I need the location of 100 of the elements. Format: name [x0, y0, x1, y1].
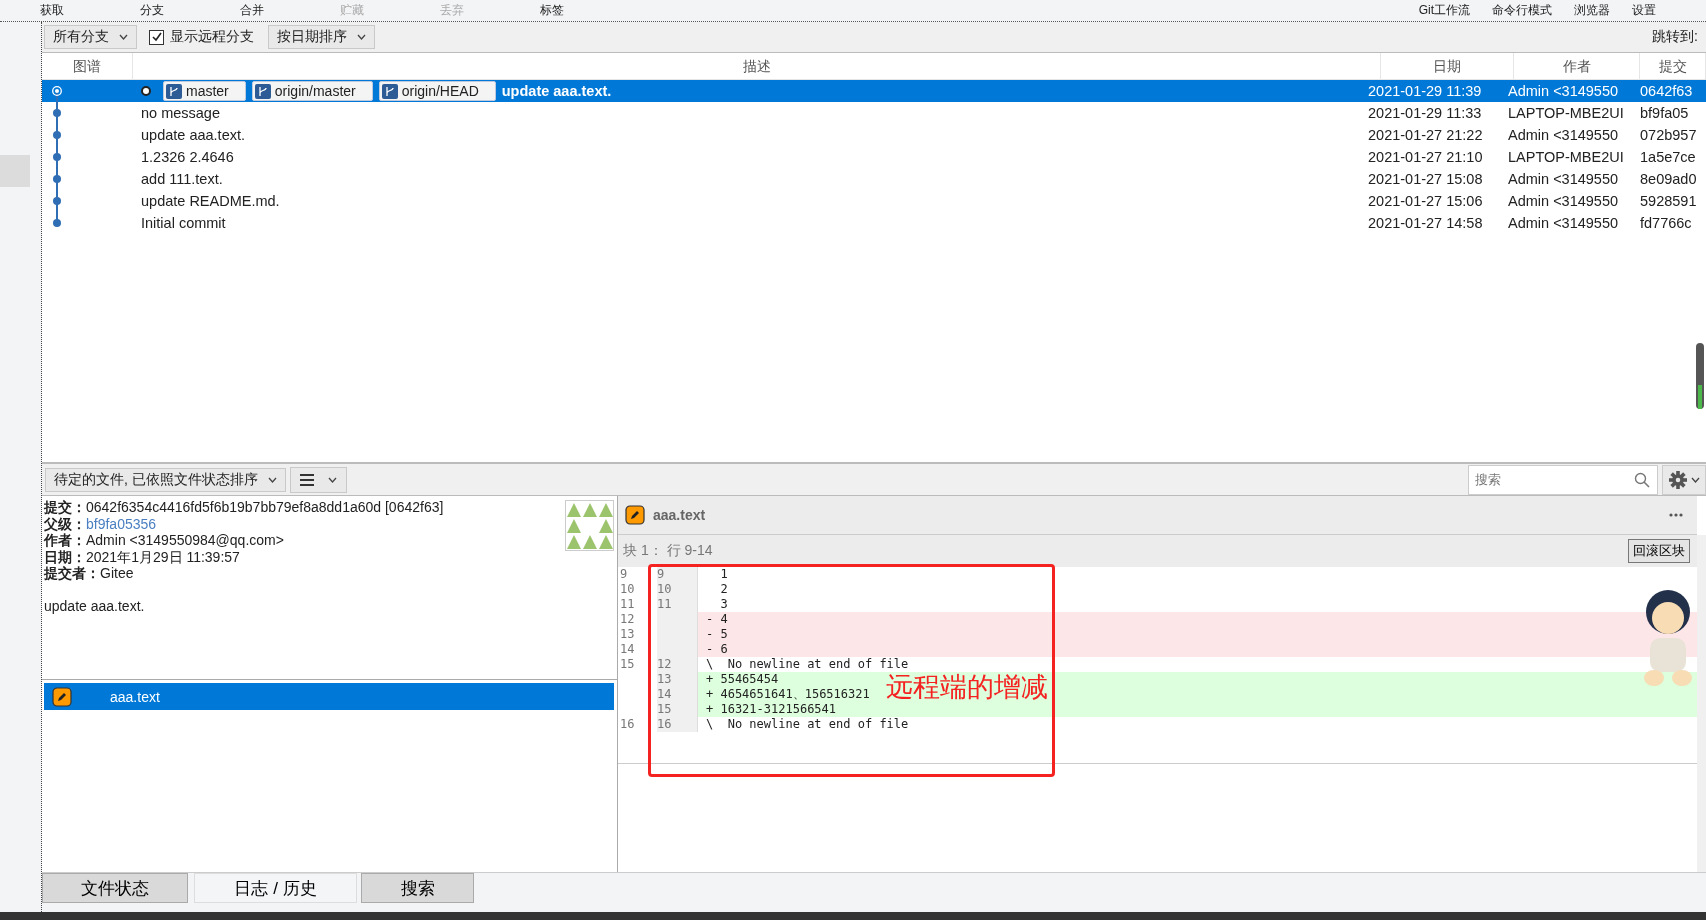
table-cell-text: 2021-01-29 11:39 — [1367, 83, 1483, 99]
caret-icon — [1690, 476, 1700, 483]
field-value: Gitee — [100, 565, 134, 581]
field-label: 父级： — [44, 515, 86, 532]
toolbar-button[interactable]: 分支 — [140, 0, 240, 20]
file-row[interactable]: aaa.text — [44, 683, 614, 710]
graph-node-icon — [52, 168, 62, 190]
line-number: 12 — [657, 657, 697, 672]
table-cell: update aaa.text. — [141, 127, 245, 143]
graph-node-icon — [52, 124, 62, 146]
column-header[interactable]: 图谱 — [42, 53, 133, 79]
table-cell-text: bf9fa05 — [1639, 105, 1690, 121]
list-icon — [299, 473, 314, 486]
scrollbar-thumb[interactable] — [1696, 343, 1704, 409]
commit-row[interactable]: Initial commit 2021-01-27 14:58 Admin <3149550 fd7766c — [42, 212, 1706, 234]
line-number: 13 — [657, 672, 697, 687]
field-value: 2021年1月29日 11:39:57 — [86, 548, 240, 565]
commit-row[interactable]: add 111.text. 2021-01-27 15:08 Admin <3149550 8e09ad0 — [42, 168, 1706, 190]
table-cell: update aaa.text. — [501, 83, 612, 99]
commit-message: update aaa.text. — [44, 597, 146, 614]
toolbar-button[interactable]: 获取 — [40, 0, 140, 20]
field-label: 作者： — [44, 532, 86, 548]
line-number: 11 — [657, 597, 697, 612]
caret-icon — [267, 476, 277, 483]
line-number: 14 — [657, 687, 697, 702]
column-header[interactable]: 提交 — [1640, 53, 1706, 79]
checkbox[interactable] — [149, 29, 164, 45]
files-sort-dropdown[interactable]: 待定的文件, 已依照文件状态排序 — [45, 467, 286, 492]
caret-icon — [119, 34, 128, 40]
commit-row[interactable]: master origin/master origin/HEAD update aaa.text. 2021-01-29 11:39 Admin <3149550 0642f63 — [42, 80, 1706, 102]
table-cell-text: Admin <3149550 — [1507, 193, 1620, 209]
table-cell-text: fd7766c — [1639, 215, 1693, 231]
toolbar-button[interactable]: 浏览器 — [1552, 0, 1610, 20]
table-cell: 1.2326 2.4646 — [141, 149, 234, 165]
commit-row[interactable]: 1.2326 2.4646 2021-01-27 21:10 LAPTOP-MBE2UI 1a5e7ce — [42, 146, 1706, 168]
settings-button[interactable] — [1662, 464, 1706, 495]
table-cell-text: 2021-01-27 14:58 — [1367, 215, 1484, 231]
table-cell-text: 072b957 — [1639, 127, 1698, 143]
table-cell-text: LAPTOP-MBE2UI — [1507, 105, 1625, 121]
column-header[interactable]: 作者 — [1514, 53, 1640, 79]
table-cell-text: 2021-01-27 15:06 — [1367, 193, 1484, 209]
line-number: 9 — [657, 567, 697, 582]
caret-icon — [357, 34, 366, 40]
hunk-title: 块 1： 行 9-14 — [623, 542, 713, 560]
line-number: 16 — [657, 717, 697, 732]
toolbar-button[interactable]: Git工作流 — [1396, 0, 1470, 20]
file-title: aaa.text — [653, 507, 706, 523]
tab[interactable]: 文件状态 — [42, 873, 188, 903]
graph-node-icon — [52, 102, 62, 124]
table-cell: Initial commit — [141, 215, 226, 231]
caret-icon — [327, 476, 337, 483]
annotation-text: 远程端的增减 — [886, 671, 1048, 704]
search-icon — [1634, 471, 1650, 488]
discard-hunk-button[interactable]: 回滚区块 — [1628, 539, 1690, 563]
table-cell-text: Admin <3149550 — [1507, 127, 1620, 143]
line-number: 15 — [657, 702, 697, 717]
table-cell: add 111.text. — [141, 171, 223, 187]
table-cell-text: 8e09ad0 — [1639, 171, 1698, 187]
pencil-icon — [625, 505, 645, 525]
field-label: 提交者： — [44, 565, 100, 581]
branch-dropdown[interactable]: 所有分支 — [44, 25, 137, 49]
jump-label: 跳转到: — [1652, 28, 1699, 46]
table-cell-text: Admin <3149550 — [1507, 215, 1620, 231]
toolbar-button[interactable]: 设置 — [1610, 0, 1656, 20]
commit-row[interactable]: update aaa.text. 2021-01-27 21:22 Admin <3149550 072b957 — [42, 124, 1706, 146]
branch-icon — [381, 83, 398, 99]
settings-icon — [1668, 470, 1687, 489]
more-icon[interactable] — [1669, 513, 1683, 517]
table-cell-text: 2021-01-27 21:22 — [1367, 127, 1484, 143]
sort-dropdown[interactable]: 按日期排序 — [268, 25, 375, 49]
search-field[interactable]: 搜索 — [1468, 464, 1658, 495]
toolbar-button[interactable]: 命令行模式 — [1470, 0, 1552, 20]
graph-node-icon — [52, 190, 62, 212]
pencil-icon — [52, 686, 72, 707]
tab[interactable]: 日志 / 历史 — [194, 873, 357, 903]
table-cell: update README.md. — [141, 193, 280, 209]
parent-link[interactable]: bf9fa05356 — [86, 515, 157, 532]
branch-tag[interactable]: origin/master — [251, 81, 373, 101]
view-mode-button[interactable] — [289, 466, 347, 493]
field-label: 日期： — [44, 548, 86, 565]
table-cell-text: 2021-01-27 21:10 — [1367, 149, 1484, 165]
commit-row[interactable]: no message 2021-01-29 11:33 LAPTOP-MBE2UI bf9fa05 — [42, 102, 1706, 124]
avatar-icon — [565, 500, 614, 551]
column-header[interactable]: 描述 — [133, 53, 1381, 79]
checkbox-label: 显示远程分支 — [170, 28, 254, 46]
toolbar-button[interactable]: 标签 — [540, 0, 640, 20]
branch-icon — [254, 83, 271, 99]
graph-node-icon — [52, 146, 62, 168]
column-header[interactable]: 日期 — [1381, 53, 1514, 79]
tab[interactable]: 搜索 — [361, 873, 474, 903]
table-cell-text: 1a5e7ce — [1639, 149, 1697, 165]
table-cell-text: 2021-01-29 11:33 — [1367, 105, 1483, 121]
branch-tag[interactable]: origin/HEAD — [378, 81, 496, 101]
toolbar-button[interactable]: 合并 — [240, 0, 340, 20]
scrollbar[interactable] — [1697, 535, 1706, 872]
branch-tag[interactable]: master — [163, 81, 246, 101]
line-number: 10 — [657, 582, 697, 597]
table-cell-text: 5928591 — [1639, 193, 1698, 209]
field-label: 提交： — [44, 499, 86, 515]
commit-row[interactable]: update README.md. 2021-01-27 15:06 Admin <3149550 5928591 — [42, 190, 1706, 212]
